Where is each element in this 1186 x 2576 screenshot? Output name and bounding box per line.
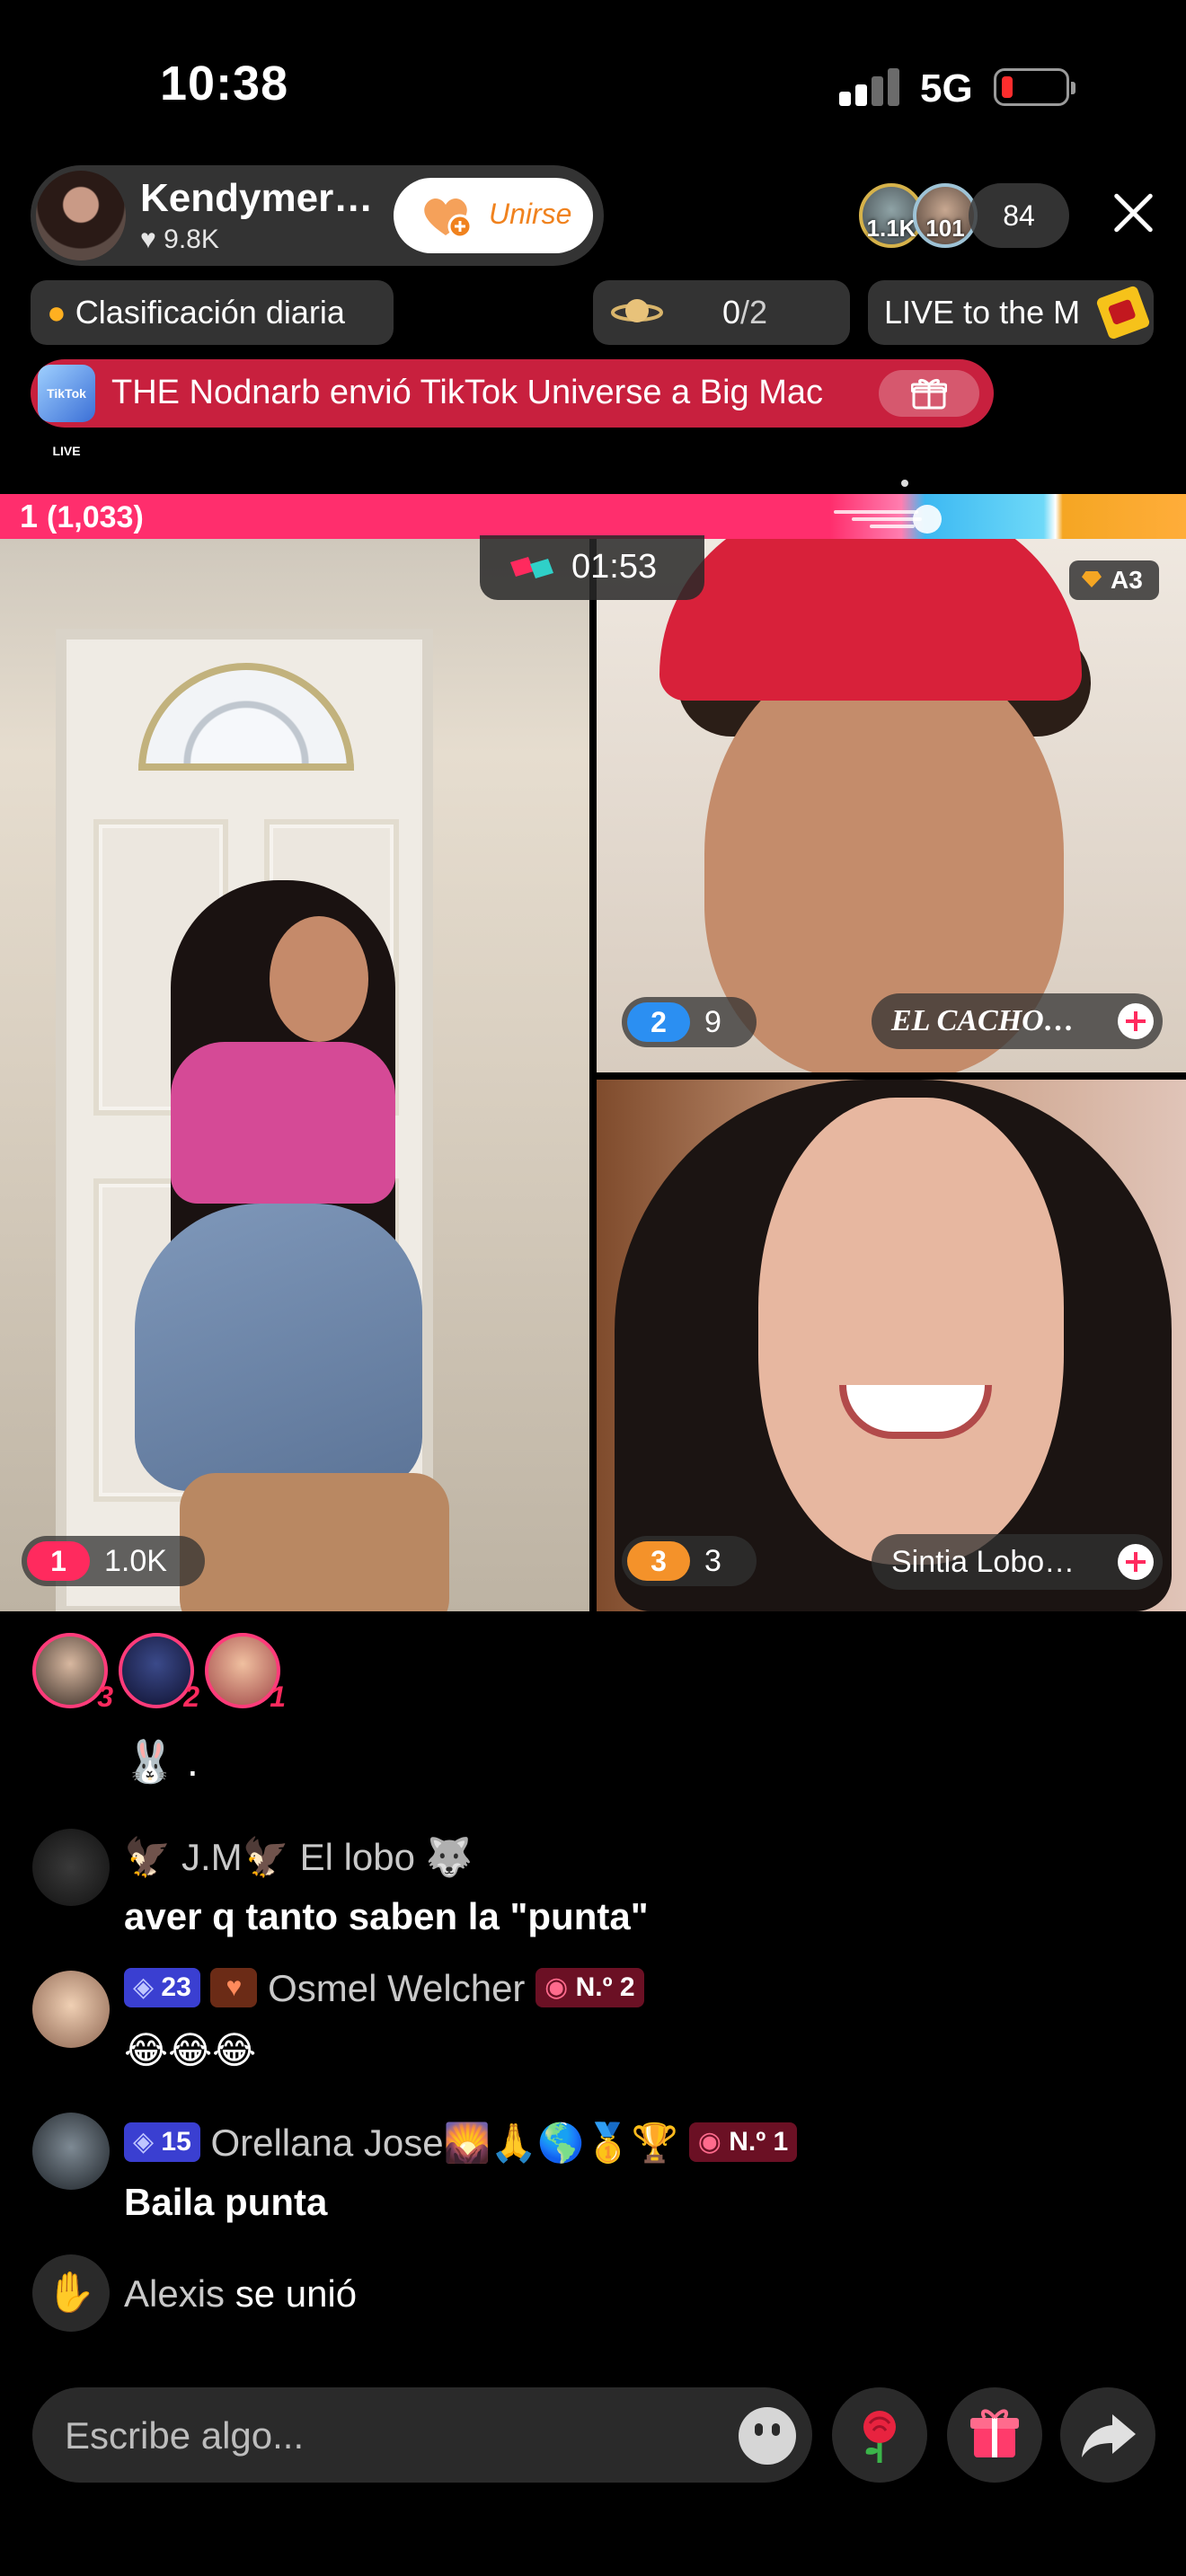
planet-current: 0	[722, 294, 741, 331]
points: 9	[704, 1005, 721, 1039]
score-pill-2: 2 9	[622, 997, 757, 1047]
heart-plus-icon	[424, 198, 473, 239]
chat-username[interactable]: 🦅 J.M🦅 El lobo 🐺	[124, 1836, 473, 1880]
rose-icon	[863, 2411, 896, 2463]
top-gifter-avatar[interactable]: 2	[119, 1633, 199, 1713]
follow-plus-icon[interactable]	[1118, 1544, 1154, 1580]
gift-box-icon	[970, 2409, 1019, 2457]
battle-dot	[901, 480, 908, 487]
daily-ranking-chip[interactable]: ● Clasificación diaria	[31, 280, 394, 345]
tier-badge: A3	[1069, 560, 1159, 600]
live-badge-icon	[1095, 285, 1151, 340]
status-time: 10:38	[160, 57, 289, 110]
gifter-rank: 3	[97, 1681, 113, 1713]
level-badge: 23	[124, 1968, 200, 2007]
host-avatar[interactable]	[36, 171, 126, 260]
score-pill-1: 1 1.0K	[22, 1536, 205, 1586]
chat-avatar[interactable]	[32, 1829, 110, 1906]
wave-icon: ✋	[32, 2254, 110, 2332]
host-card[interactable]: Kendymer… ♥ 9.8K Unirse	[31, 165, 604, 266]
gift-button[interactable]	[947, 2387, 1042, 2483]
chat-username[interactable]: Orellana Jose🌄🙏🌎🥇🏆	[210, 2122, 678, 2164]
follow-plus-icon[interactable]	[1118, 1003, 1154, 1039]
close-button[interactable]	[1105, 185, 1161, 241]
guest-name-pill[interactable]: Sintia Lobo…	[872, 1534, 1163, 1590]
top-gifter-avatar[interactable]: 1	[205, 1633, 286, 1713]
timer-text: 01:53	[571, 548, 658, 586]
viewer-count[interactable]: 84	[969, 183, 1069, 248]
points: 3	[704, 1544, 721, 1578]
battle-timer: 01:53	[480, 535, 704, 600]
host-likes: ♥ 9.8K	[140, 225, 219, 254]
gifter-rank: 1	[270, 1681, 286, 1713]
rank-number: 3	[627, 1541, 690, 1581]
rank-badge: N.º 2	[535, 1968, 644, 2007]
gift-banner-text: THE Nodnarb envió TikTok Universe a Big …	[111, 374, 823, 411]
join-username[interactable]: Alexis	[124, 2272, 225, 2315]
rose-gift-button[interactable]	[832, 2387, 927, 2483]
rank-number: 2	[627, 1002, 690, 1042]
flame-icon: ●	[47, 294, 66, 331]
battle-score: (1,033)	[47, 500, 144, 534]
score-pill-3: 3 3	[622, 1536, 757, 1586]
fan-heart-icon: ♥	[210, 1968, 258, 2007]
level-badge: 15	[124, 2122, 200, 2162]
viewer-count-badge: 101	[925, 215, 965, 242]
planet-total: /2	[740, 294, 768, 331]
emoji-icon[interactable]	[739, 2407, 796, 2465]
share-arrow-icon	[1082, 2414, 1136, 2457]
rank-badge: N.º 1	[688, 2122, 798, 2162]
guest-video-2[interactable]	[597, 539, 1186, 1072]
battle-rank: 1 (1,033)	[20, 498, 144, 535]
chat-header: 15 Orellana Jose🌄🙏🌎🥇🏆 N.º 1	[124, 2122, 798, 2166]
signal-icon	[839, 66, 902, 106]
battle-icon	[510, 557, 553, 578]
chat-emoji-line: 🐰 .	[124, 1738, 199, 1785]
guest-name-pill[interactable]: EL CACHO…	[872, 993, 1163, 1049]
join-notice: Alexis se unió	[124, 2272, 357, 2316]
chat-message: aver q tanto saben la "punta"	[124, 1895, 649, 1937]
live-to-the-chip[interactable]: LIVE to the M	[868, 280, 1154, 345]
viewer-count-badge: 1.1K	[866, 215, 916, 242]
gifter-rank: 2	[183, 1681, 199, 1713]
chat-message: Baila punta	[124, 2181, 328, 2223]
share-button[interactable]	[1060, 2387, 1155, 2483]
chat-header: 23 ♥ Osmel Welcher N.º 2	[124, 1967, 644, 2010]
guest-name: Sintia Lobo…	[891, 1545, 1075, 1579]
tiktok-live-icon: TikTok LIVE	[38, 365, 95, 458]
join-button[interactable]: Unirse	[394, 178, 593, 253]
daily-ranking-label: Clasificación diaria	[75, 294, 345, 331]
network-type: 5G	[920, 66, 973, 110]
chat-message: 😂😂😂	[124, 2029, 257, 2071]
host-name: Kendymer…	[140, 176, 374, 220]
chat-avatar[interactable]	[32, 2113, 110, 2190]
streak-icon	[834, 505, 942, 534]
gift-icon[interactable]	[879, 370, 979, 417]
rank-number: 1	[27, 1541, 90, 1581]
comment-placeholder: Escribe algo...	[65, 2414, 305, 2457]
battle-progress-bar: 1 (1,033)	[0, 494, 1186, 539]
host-video[interactable]	[0, 539, 589, 1611]
planet-icon	[611, 299, 663, 322]
chat-avatar[interactable]	[32, 1971, 110, 2048]
guest-video-3[interactable]	[597, 1080, 1186, 1611]
points: 1.0K	[104, 1544, 167, 1578]
chat-username[interactable]: Osmel Welcher	[268, 1967, 525, 2009]
join-label: Unirse	[489, 198, 572, 230]
guest-name: EL CACHO…	[891, 1004, 1075, 1037]
join-text: se unió	[235, 2272, 358, 2315]
gift-banner[interactable]: TikTok LIVE THE Nodnarb envió TikTok Uni…	[31, 359, 994, 458]
top-gifter-avatar[interactable]: 3	[32, 1633, 113, 1713]
battle-rank-number: 1	[20, 498, 39, 534]
battery-icon	[994, 68, 1075, 106]
comment-input[interactable]: Escribe algo...	[32, 2387, 812, 2483]
live-to-the-label: LIVE to the M	[884, 294, 1081, 331]
planet-goal-chip[interactable]: 0/2	[593, 280, 850, 345]
